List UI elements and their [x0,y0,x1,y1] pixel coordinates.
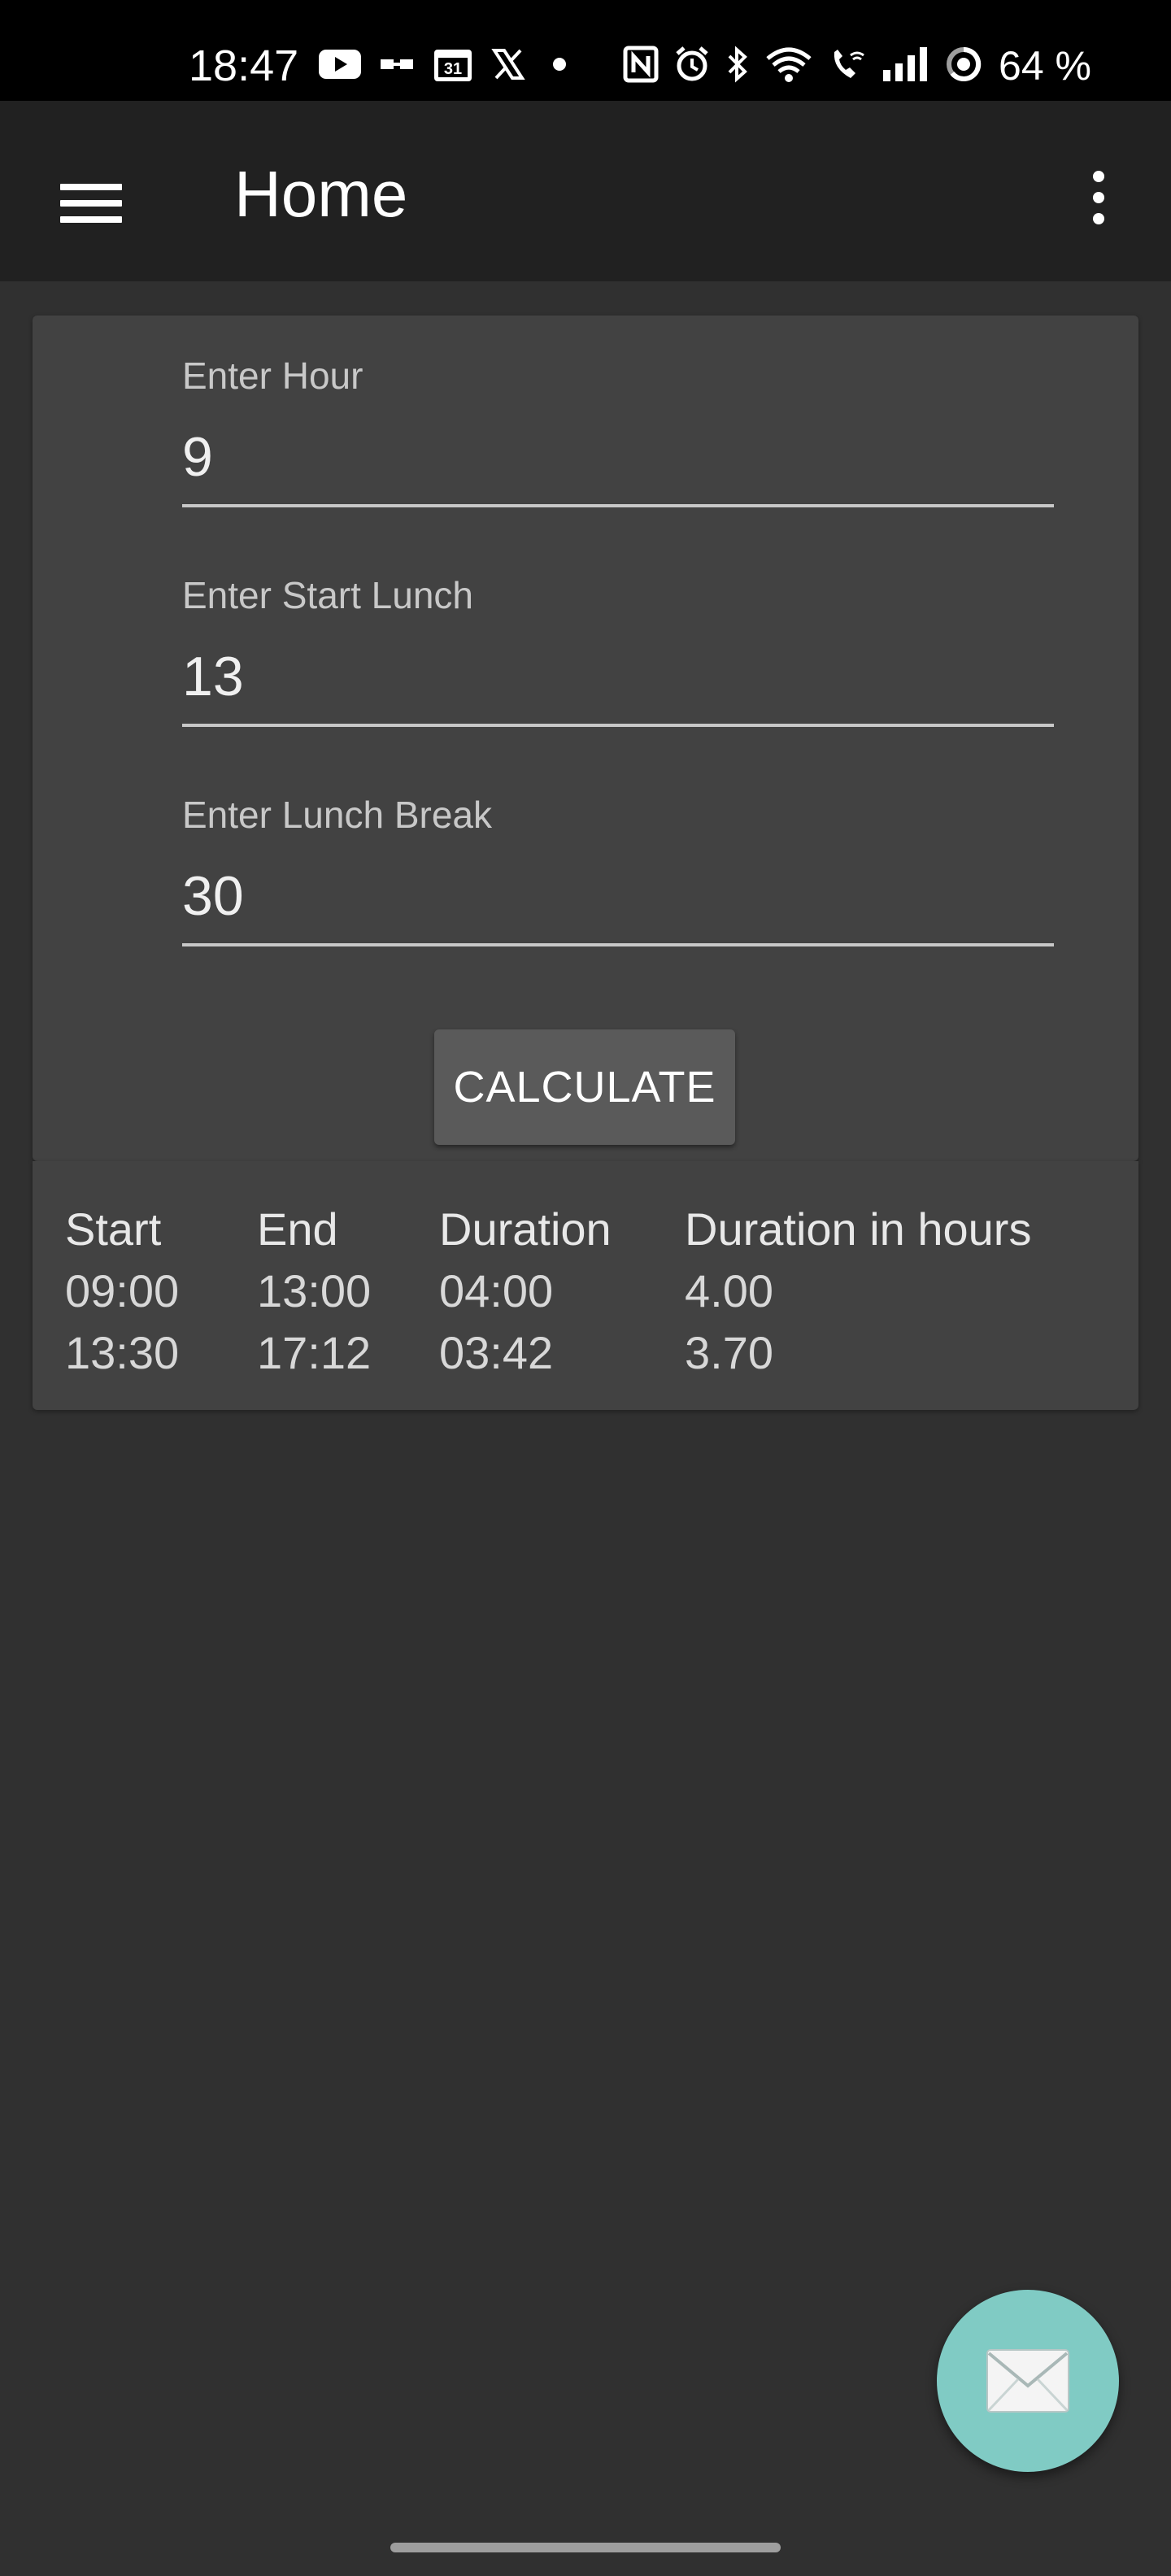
more-vert-icon [1065,159,1130,241]
calendar-icon: 31 [433,46,473,87]
column-header-end: End [257,1203,338,1255]
x-icon [491,47,525,85]
hour-field: Enter Hour [182,353,1054,507]
battery-percent: 64 % [999,43,1091,89]
alarm-icon [673,46,711,87]
email-fab-button[interactable] [937,2290,1119,2472]
calculate-button[interactable]: CALCULATE [434,1029,735,1145]
end-column: End 13:00 17:12 [257,1199,371,1384]
table-cell: 13:30 [65,1327,180,1378]
hour-input[interactable] [182,410,1054,507]
overflow-menu-button[interactable] [1065,159,1130,241]
table-cell: 4.00 [685,1265,773,1316]
table-cell: 03:42 [439,1327,554,1378]
notification-dot-icon [543,48,576,85]
lunch-break-label: Enter Lunch Break [182,794,493,836]
app-bar: Home [0,101,1171,281]
start-lunch-input[interactable] [182,629,1054,727]
duration-column: Duration 04:00 03:42 [439,1199,612,1384]
duration-hours-column: Duration in hours 4.00 3.70 [685,1199,1031,1384]
calendar-day: 31 [444,60,462,78]
voicemail-icon [379,48,415,85]
lunch-break-input[interactable] [182,849,1054,946]
hamburger-menu-icon [49,159,133,234]
notification-icons: 31 [319,44,576,88]
table-cell: 13:00 [257,1265,372,1316]
page-title: Home [234,158,408,230]
column-header-start: Start [65,1203,162,1255]
column-header-duration: Duration [439,1203,612,1255]
envelope-icon [986,2348,1070,2413]
column-header-duration-hours: Duration in hours [685,1203,1032,1255]
table-cell: 17:12 [257,1327,372,1378]
wifi-calling-icon [828,46,867,87]
battery-icon [945,46,982,87]
bluetooth-icon [725,45,750,88]
start-lunch-label: Enter Start Lunch [182,574,473,616]
lunch-break-field: Enter Lunch Break [182,792,1054,946]
youtube-icon [319,48,361,85]
start-lunch-field: Enter Start Lunch [182,572,1054,727]
hour-label: Enter Hour [182,355,363,397]
table-cell: 3.70 [685,1327,773,1378]
signal-icon [882,46,930,87]
menu-button[interactable] [49,159,133,234]
gesture-navigation-bar[interactable] [390,2543,781,2552]
nfc-icon [623,46,659,87]
wifi-icon [764,46,813,87]
table-cell: 09:00 [65,1265,180,1316]
table-cell: 04:00 [439,1265,554,1316]
status-time: 18:47 [189,41,299,90]
results-card: Start 09:00 13:30 End 13:00 17:12 Durati… [33,1161,1138,1410]
system-icons: 64 % [623,37,1091,94]
start-column: Start 09:00 13:30 [65,1199,179,1384]
status-bar: 18:47 31 64 % [0,0,1171,101]
input-form-card: Enter Hour Enter Start Lunch Enter Lunch… [33,315,1138,1161]
